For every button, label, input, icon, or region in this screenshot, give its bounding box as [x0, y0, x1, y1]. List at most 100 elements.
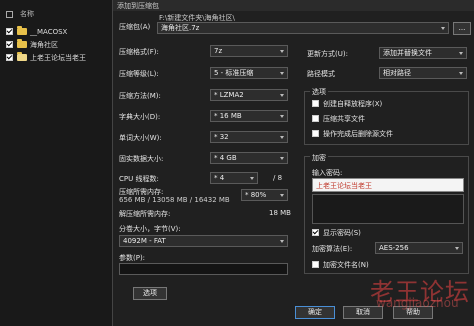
split-select[interactable]: 4092M - FAT [119, 235, 288, 247]
delete-after-checkbox[interactable] [312, 130, 319, 137]
format-value: 7z [214, 47, 223, 55]
chevron-down-icon [280, 115, 284, 118]
chevron-down-icon [455, 247, 459, 250]
options-button[interactable]: 选项 [133, 287, 167, 300]
path-mode-value: 相对路径 [383, 69, 411, 77]
delete-after-option[interactable]: 操作完成后删除源文件 [312, 129, 393, 138]
update-mode-select[interactable]: 添加并替换文件 [379, 47, 467, 59]
decomp-label: 解压缩所需内存: [119, 210, 171, 218]
chevron-down-icon [280, 50, 284, 53]
chevron-down-icon [280, 136, 284, 139]
shared-files-label: 压缩共享文件 [323, 114, 365, 123]
password-label: 输入密码: [312, 169, 343, 177]
encryption-method-label: 加密算法(E): [312, 245, 353, 253]
shared-files-checkbox[interactable] [312, 115, 319, 122]
dict-label: 字典大小(D): [119, 113, 161, 121]
folder-icon [17, 26, 27, 35]
row-checkbox[interactable] [6, 28, 13, 35]
memory-usage-value: * 80% [245, 191, 267, 199]
level-select[interactable]: 5 - 标准压缩 [210, 67, 288, 79]
folder-icon [17, 39, 27, 48]
split-value: 4092M - FAT [123, 237, 166, 245]
file-name: __MACOSX [30, 27, 68, 36]
encrypt-names-label: 加密文件名(N) [323, 260, 369, 269]
path-mode-label: 路径模式 [307, 70, 335, 78]
params-label: 参数(P): [119, 254, 146, 262]
archive-name-combobox[interactable]: 海角社区.7z [157, 22, 449, 34]
update-mode-value: 添加并替换文件 [383, 49, 432, 57]
word-value: * 32 [214, 133, 229, 141]
file-name: 海角社区 [30, 40, 58, 49]
chevron-down-icon [280, 157, 284, 160]
sfx-option[interactable]: 创建自释放程序(X) [312, 99, 382, 108]
memory-detail: 656 MB / 13058 MB / 16432 MB [119, 196, 230, 204]
dialog-title: 添加到压缩包 [117, 2, 159, 10]
format-select[interactable]: 7z [210, 45, 288, 57]
encryption-method-select[interactable]: AES-256 [375, 242, 463, 254]
delete-after-label: 操作完成后删除源文件 [323, 129, 393, 138]
dict-select[interactable]: * 16 MB [210, 110, 288, 122]
memory-usage-select[interactable]: * 80% [241, 189, 288, 201]
chevron-down-icon [459, 52, 463, 55]
chevron-down-icon [280, 72, 284, 75]
chevron-down-icon [280, 94, 284, 97]
archive-label: 压缩包(A) [119, 23, 151, 31]
chevron-down-icon [459, 72, 463, 75]
dict-value: * 16 MB [214, 112, 242, 120]
chevron-down-icon [441, 27, 445, 30]
solid-value: * 4 GB [214, 154, 237, 162]
encrypt-names-option[interactable]: 加密文件名(N) [312, 260, 369, 269]
decomp-value: 18 MB [269, 209, 291, 217]
encryption-group-title: 加密 [310, 153, 328, 163]
method-label: 压缩方法(M): [119, 92, 161, 100]
dialog-titlebar[interactable]: 添加到压缩包 [113, 0, 474, 11]
password-input[interactable]: 上老王论坛当老王 [312, 178, 464, 192]
watermark: 老王论坛 wangjiaozhou [370, 266, 474, 316]
solid-select[interactable]: * 4 GB [210, 152, 288, 164]
threads-select[interactable]: * 4 [210, 172, 258, 184]
word-label: 单词大小(W): [119, 134, 162, 142]
file-row-macosx[interactable]: __MACOSX [6, 26, 110, 37]
column-header-name[interactable]: 名称 [20, 9, 34, 19]
file-explorer-panel: 名称 __MACOSX 海角社区 上老王论坛当老王 [0, 0, 112, 326]
sfx-label: 创建自释放程序(X) [323, 99, 383, 108]
browse-button[interactable]: ... [453, 22, 471, 35]
file-name: 上老王论坛当老王 [30, 53, 86, 62]
split-label: 分卷大小，字节(V): [119, 225, 181, 233]
encryption-method-value: AES-256 [379, 244, 409, 252]
word-select[interactable]: * 32 [210, 131, 288, 143]
params-input[interactable] [119, 263, 288, 275]
row-checkbox[interactable] [6, 41, 13, 48]
file-icon [17, 52, 27, 61]
level-label: 压缩等级(L): [119, 70, 159, 78]
threads-value: * 4 [214, 174, 225, 182]
show-password-label: 显示密码(S) [323, 228, 361, 237]
ok-button[interactable]: 确定 [295, 306, 335, 319]
chevron-down-icon [250, 177, 254, 180]
select-all-checkbox[interactable] [6, 10, 13, 18]
level-value: 5 - 标准压缩 [214, 69, 254, 77]
threads-label: CPU 线程数: [119, 175, 159, 183]
method-value: * LZMA2 [214, 91, 244, 99]
options-group-title: 选项 [310, 87, 328, 97]
file-row-file[interactable]: 上老王论坛当老王 [6, 52, 110, 63]
encrypt-names-checkbox[interactable] [312, 261, 319, 268]
show-password-checkbox[interactable] [312, 229, 319, 236]
shared-files-option[interactable]: 压缩共享文件 [312, 114, 365, 123]
path-mode-select[interactable]: 相对路径 [379, 67, 467, 79]
file-row-folder[interactable]: 海角社区 [6, 39, 110, 50]
show-password-option[interactable]: 显示密码(S) [312, 228, 361, 237]
archive-name-value: 海角社区.7z [161, 24, 200, 32]
chevron-down-icon [280, 194, 284, 197]
sfx-checkbox[interactable] [312, 100, 319, 107]
explorer-header[interactable]: 名称 [6, 8, 110, 20]
threads-max: / 8 [273, 174, 283, 182]
chevron-down-icon [280, 240, 284, 243]
method-select[interactable]: * LZMA2 [210, 89, 288, 101]
password-confirm-area [312, 194, 464, 224]
format-label: 压缩格式(F): [119, 48, 159, 56]
update-mode-label: 更新方式(U): [307, 50, 348, 58]
watermark-sub-text: wangjiaozhou [376, 296, 459, 310]
solid-label: 固实数据大小: [119, 155, 164, 163]
row-checkbox[interactable] [6, 54, 13, 61]
